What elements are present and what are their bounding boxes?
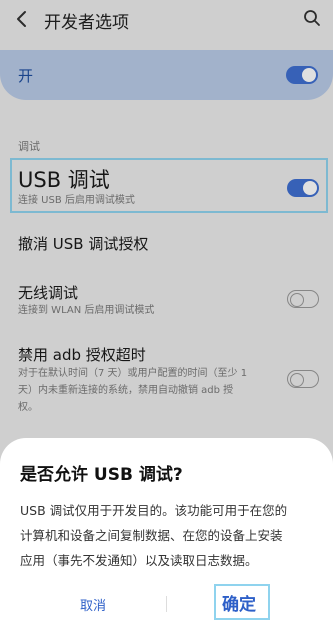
dialog-title: 是否允许 USB 调试?: [20, 465, 183, 485]
dialog-body-line-3: 应用（事先不发通知）以及读取日志数据。: [20, 553, 258, 568]
dialog-body-line-1: USB 调试仅用于开发目的。该功能可用于在您的: [20, 503, 288, 518]
button-divider: [166, 596, 167, 612]
allow-usb-debugging-dialog: 是否允许 USB 调试? USB 调试仅用于开发目的。该功能可用于在您的 计算机…: [0, 438, 333, 634]
dialog-body-line-2: 计算机和设备之间复制数据、在您的设备上安装: [20, 528, 283, 543]
cancel-button[interactable]: 取消: [80, 595, 106, 614]
focus-highlight: [214, 584, 270, 620]
dialog-body: USB 调试仅用于开发目的。该功能可用于在您的 计算机和设备之间复制数据、在您的…: [20, 498, 320, 573]
